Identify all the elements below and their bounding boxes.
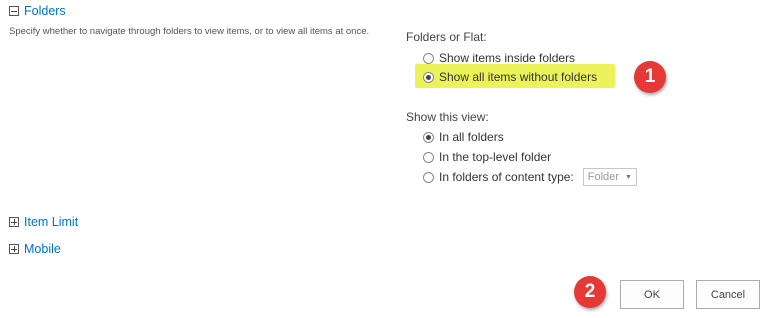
chevron-down-icon: ▼: [624, 173, 632, 181]
radio-in-all-folders[interactable]: In all folders: [423, 130, 504, 144]
folders-or-flat-label: Folders or Flat:: [406, 30, 487, 44]
radio-button-selected-icon[interactable]: [423, 71, 434, 83]
radio-show-all-items-without-folders[interactable]: Show all items without folders: [423, 70, 597, 84]
radio-label: In folders of content type:: [439, 170, 574, 184]
radio-in-folders-of-content-type[interactable]: In folders of content type: Folder ▼: [423, 168, 637, 186]
mobile-section-title: Mobile: [24, 242, 61, 256]
ok-button[interactable]: OK: [620, 280, 684, 309]
callout-badge-2: 2: [574, 276, 606, 308]
radio-button-selected-icon[interactable]: [423, 131, 434, 143]
item-limit-section-toggle[interactable]: Item Limit: [9, 215, 78, 229]
radio-button-icon[interactable]: [423, 171, 434, 183]
radio-button-icon[interactable]: [423, 151, 434, 163]
radio-label: Show items inside folders: [439, 51, 576, 65]
show-this-view-label: Show this view:: [406, 110, 489, 124]
cancel-button[interactable]: Cancel: [696, 280, 760, 309]
radio-in-top-level-folder[interactable]: In the top-level folder: [423, 150, 551, 164]
item-limit-section-title: Item Limit: [24, 215, 79, 229]
folders-section-title: Folders: [24, 4, 66, 18]
expand-icon: [9, 244, 19, 254]
radio-label: Show all items without folders: [439, 70, 598, 84]
folders-section-description: Specify whether to navigate through fold…: [9, 26, 370, 37]
mobile-section-toggle[interactable]: Mobile: [9, 242, 61, 256]
expand-icon: [9, 217, 19, 227]
radio-label: In the top-level folder: [439, 150, 552, 164]
collapse-icon: [9, 6, 19, 16]
callout-badge-1: 1: [634, 61, 666, 93]
folders-section-toggle[interactable]: Folders: [9, 4, 66, 18]
content-type-select[interactable]: Folder ▼: [582, 168, 637, 186]
radio-button-icon[interactable]: [423, 52, 434, 64]
radio-label: In all folders: [439, 130, 504, 144]
radio-show-items-inside-folders[interactable]: Show items inside folders: [423, 51, 575, 65]
content-type-select-value: Folder: [587, 171, 619, 183]
